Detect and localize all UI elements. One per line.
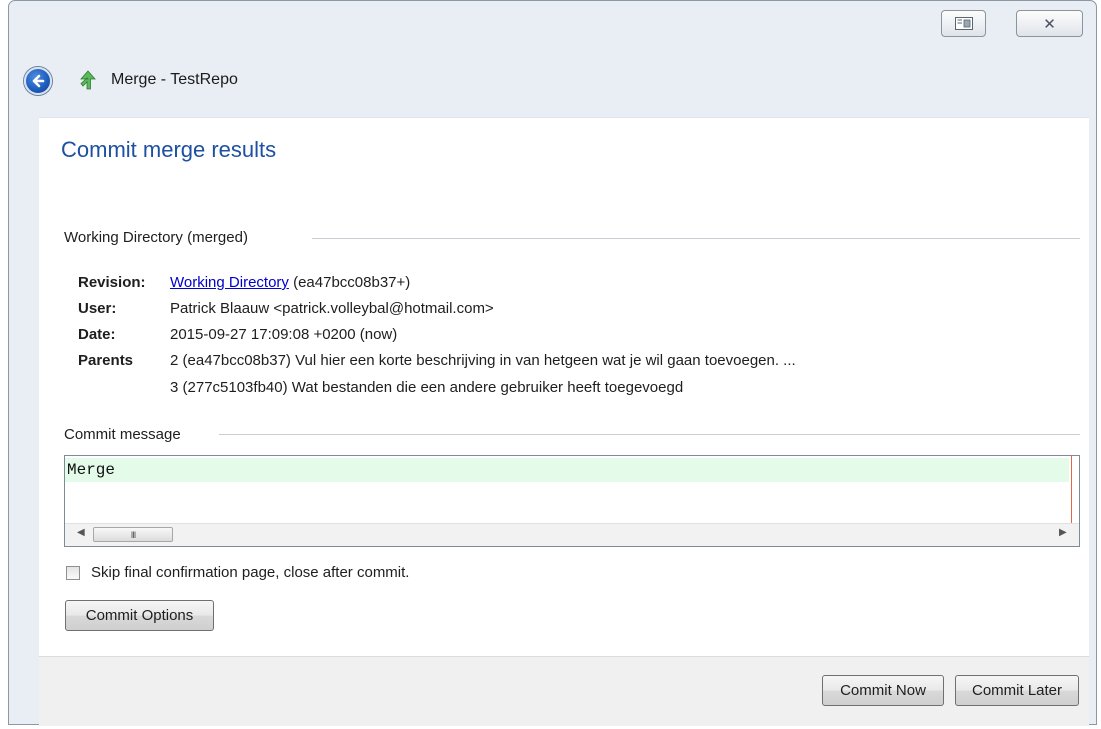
revision-label: Revision: bbox=[78, 274, 146, 291]
commit-now-button[interactable]: Commit Now bbox=[822, 675, 944, 706]
view-toggle-button[interactable] bbox=[941, 10, 986, 37]
group-divider bbox=[312, 238, 1080, 239]
close-icon: ✕ bbox=[1043, 15, 1056, 33]
revision-link[interactable]: Working Directory bbox=[170, 274, 289, 291]
parent-item: 2 (ea47bcc08b37) Vul hier een korte besc… bbox=[170, 352, 796, 369]
edge-marker-line bbox=[1071, 456, 1072, 523]
back-arrow-icon bbox=[32, 74, 45, 88]
page-heading: Commit merge results bbox=[61, 137, 277, 162]
revision-value: Working Directory (ea47bcc08b37+) bbox=[170, 274, 410, 291]
commit-message-group-title: Commit message bbox=[64, 426, 181, 443]
scroll-thumb-grip: III bbox=[130, 529, 136, 540]
window-title: Merge - TestRepo bbox=[111, 71, 238, 88]
working-directory-group-title: Working Directory (merged) bbox=[64, 229, 248, 246]
skip-confirmation-label[interactable]: Skip final confirmation page, close afte… bbox=[91, 564, 409, 581]
scroll-thumb[interactable]: III bbox=[93, 527, 173, 542]
restore-view-icon bbox=[954, 17, 973, 30]
skip-confirmation-checkbox[interactable] bbox=[66, 566, 80, 580]
user-value: Patrick Blaauw <patrick.volleybal@hotmai… bbox=[170, 300, 494, 317]
scroll-left-icon[interactable]: ◀ bbox=[77, 527, 85, 538]
parent-item: 3 (277c5103fb40) Wat bestanden die een a… bbox=[170, 379, 684, 396]
commit-message-text[interactable]: Merge bbox=[65, 458, 1069, 482]
back-button[interactable] bbox=[24, 67, 52, 95]
group-divider bbox=[219, 434, 1080, 435]
commit-message-editor[interactable]: Merge ◀ III ▶ bbox=[64, 455, 1080, 547]
revision-hash: (ea47bcc08b37+) bbox=[293, 274, 411, 291]
close-button[interactable]: ✕ bbox=[1016, 10, 1083, 37]
scroll-right-icon[interactable]: ▶ bbox=[1059, 527, 1067, 538]
date-value: 2015-09-27 17:09:08 +0200 (now) bbox=[170, 326, 398, 343]
horizontal-scrollbar[interactable]: ◀ III ▶ bbox=[65, 523, 1079, 546]
commit-later-button[interactable]: Commit Later bbox=[955, 675, 1079, 706]
date-label: Date: bbox=[78, 326, 116, 343]
merge-arrow-icon bbox=[80, 70, 96, 90]
parents-label: Parents bbox=[78, 352, 134, 369]
commit-options-button[interactable]: Commit Options bbox=[65, 600, 214, 631]
user-label: User: bbox=[78, 300, 117, 317]
